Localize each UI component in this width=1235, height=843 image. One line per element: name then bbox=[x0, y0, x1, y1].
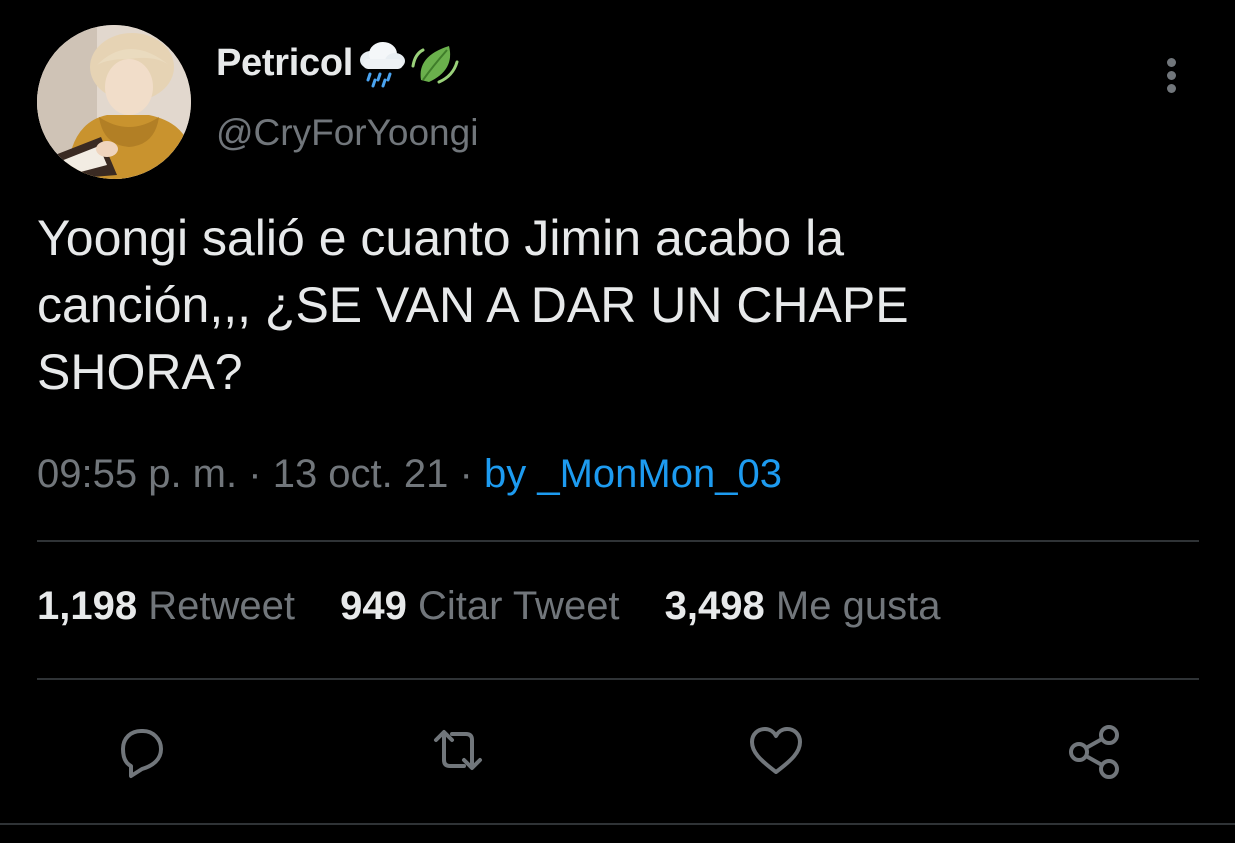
retweet-icon bbox=[434, 730, 482, 770]
like-count: 3,498 bbox=[664, 584, 765, 628]
meta-separator: · bbox=[459, 452, 473, 496]
tweet-text-line: canción,,, ¿SE VAN A DAR UN CHAPE bbox=[37, 277, 909, 333]
user-handle[interactable]: @CryForYoongi bbox=[216, 112, 478, 154]
tweet-stats: 1,198 Retweet 949 Citar Tweet 3,498 Me g… bbox=[37, 584, 974, 629]
quote-count-link[interactable]: 949 Citar Tweet bbox=[340, 584, 619, 629]
retweet-button[interactable] bbox=[426, 718, 490, 782]
avatar-image bbox=[37, 25, 191, 179]
reply-icon bbox=[121, 729, 163, 778]
divider bbox=[37, 540, 1199, 542]
retweet-label: Retweet bbox=[148, 584, 295, 628]
retweet-count-link[interactable]: 1,198 Retweet bbox=[37, 584, 295, 629]
like-count-link[interactable]: 3,498 Me gusta bbox=[665, 584, 941, 629]
like-button[interactable] bbox=[744, 718, 808, 782]
quote-count: 949 bbox=[340, 584, 407, 628]
display-name[interactable]: Petricol bbox=[216, 42, 353, 85]
avatar[interactable] bbox=[37, 25, 191, 179]
reply-button[interactable] bbox=[109, 718, 173, 782]
like-label: Me gusta bbox=[775, 584, 941, 628]
more-options-button[interactable] bbox=[1150, 50, 1194, 100]
tweet-text-line: SHORA? bbox=[37, 344, 243, 400]
more-dot-icon bbox=[1167, 84, 1176, 93]
more-dot-icon bbox=[1167, 58, 1176, 67]
divider bbox=[37, 678, 1199, 680]
leaf-icon bbox=[411, 46, 459, 84]
share-button[interactable] bbox=[1062, 718, 1126, 782]
retweet-count: 1,198 bbox=[37, 584, 138, 628]
divider bbox=[0, 823, 1235, 825]
tweet-text-line: Yoongi salió e cuanto Jimin acabo la bbox=[37, 210, 845, 266]
tweet-time[interactable]: 09:55 p. m. bbox=[37, 452, 237, 496]
rain-cloud-icon bbox=[360, 42, 405, 88]
tweet-meta: 09:55 p. m. · 13 oct. 21 · by _MonMon_03 bbox=[37, 452, 782, 497]
tweet-date[interactable]: 13 oct. 21 bbox=[273, 452, 449, 496]
tweet-source-link[interactable]: by _MonMon_03 bbox=[484, 452, 782, 496]
quote-label: Citar Tweet bbox=[417, 584, 620, 628]
heart-icon bbox=[750, 727, 802, 774]
tweet-text: Yoongi salió e cuanto Jimin acabo la can… bbox=[37, 205, 1187, 406]
share-icon bbox=[1069, 725, 1119, 779]
meta-separator: · bbox=[248, 452, 262, 496]
display-name-text: Petricol bbox=[216, 42, 353, 84]
more-dot-icon bbox=[1167, 71, 1176, 80]
